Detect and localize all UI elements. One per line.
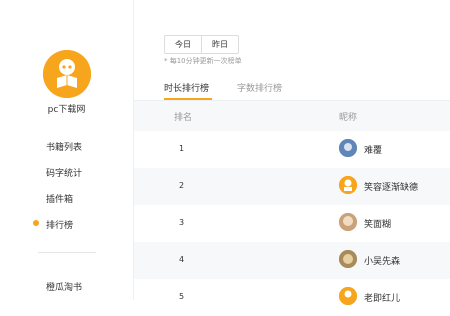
table-row[interactable]: 5 老即红儿 [134,279,450,316]
nav-word-stats[interactable]: 码字统计 [46,166,82,179]
rank-number: 3 [179,218,185,227]
update-hint: * 每10分钟更新一次榜单 [164,57,242,65]
nickname: 小吴先森 [364,257,401,267]
avatar [339,139,357,157]
nav-ranking[interactable]: 排行榜 [46,218,73,231]
table-row[interactable]: 2 笑容逐渐缺德 [134,168,450,205]
table-row[interactable]: 4 小吴先森 [134,242,450,279]
filter-yesterday-button[interactable]: 昨日 [201,36,238,53]
nav-book-list[interactable]: 书籍列表 [46,140,82,153]
table-row[interactable]: 3 笑面糊 [134,205,450,242]
avatar [339,250,357,268]
mascot-icon [43,50,91,98]
avatar [339,176,357,194]
ranking-tabs: 时长排行榜 字数排行榜 [134,78,450,101]
tab-wordcount-ranking[interactable]: 字数排行榜 [237,81,282,94]
rank-number: 2 [179,181,185,190]
sidebar: pc下载网 书籍列表 码字统计 插件箱 排行榜 橙瓜淘书 [0,0,134,300]
nav-plugins[interactable]: 插件箱 [46,192,73,205]
header-rank: 排名 [174,113,193,123]
active-indicator-dot [33,220,39,226]
avatar [339,213,357,231]
nickname: 老即红儿 [364,294,401,304]
date-filter: 今日 昨日 [164,35,239,54]
nav-book-shop[interactable]: 橙瓜淘书 [46,280,82,293]
table-header: 排名 昵称 [134,101,450,131]
main-content: 今日 昨日 * 每10分钟更新一次榜单 时长排行榜 字数排行榜 排名 昵称 1 … [134,0,450,305]
header-nickname: 昵称 [339,113,358,123]
filter-today-button[interactable]: 今日 [165,36,201,53]
sidebar-divider [38,252,96,253]
tab-duration-ranking[interactable]: 时长排行榜 [164,81,209,94]
nickname: 难覆 [364,146,383,156]
nickname: 笑容逐渐缺德 [364,183,419,193]
rank-number: 4 [179,255,185,264]
app-logo [43,50,91,98]
username: pc下载网 [47,105,86,115]
avatar [339,287,357,305]
rank-number: 1 [179,144,185,153]
table-row[interactable]: 1 难覆 [134,131,450,168]
active-tab-underline [164,98,212,100]
nickname: 笑面糊 [364,220,392,230]
